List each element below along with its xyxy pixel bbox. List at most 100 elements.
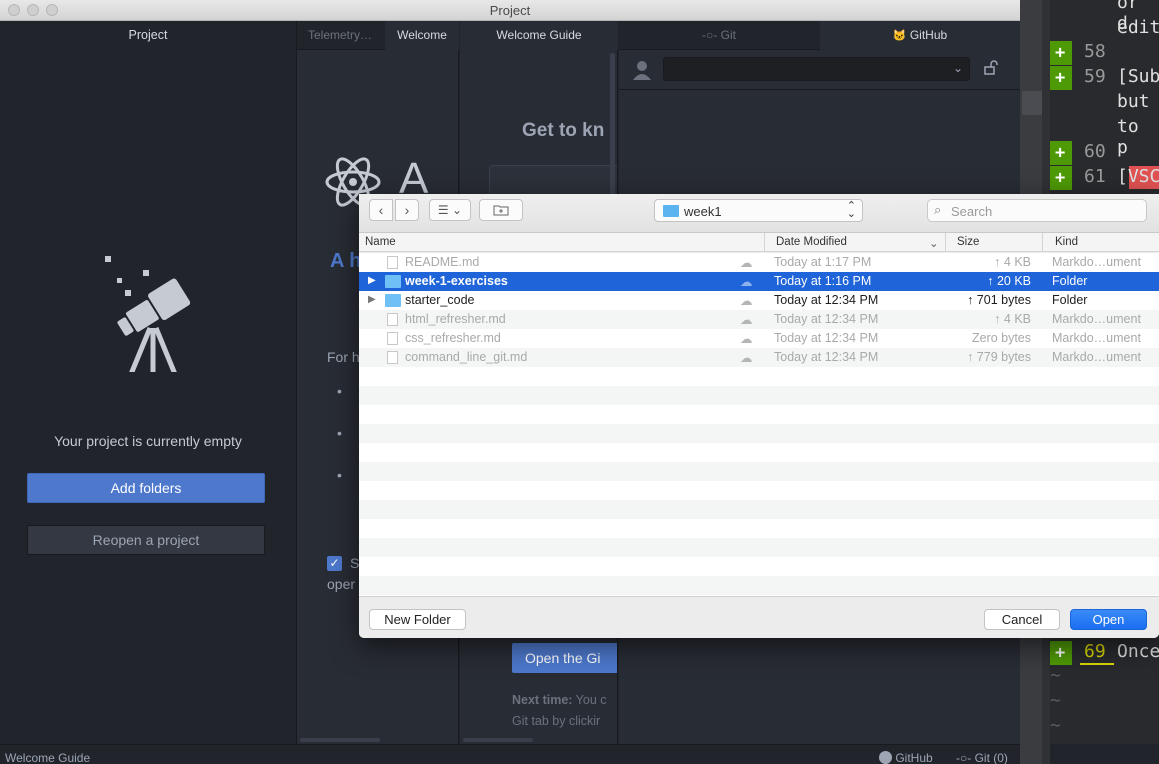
status-github[interactable]: GitHub <box>879 751 933 764</box>
search-placeholder: Search <box>951 204 993 219</box>
back-button[interactable]: ‹ <box>369 199 393 221</box>
dialog-toolbar: ‹ › ☰ ⌄ week1 ⌃ ⌄ ⌕ Search <box>359 194 1159 233</box>
cloud-icon: ☁ <box>740 256 753 270</box>
sort-chevron-icon: ⌄ <box>929 238 939 250</box>
tab-github[interactable]: 🐱 GitHub <box>820 21 1020 50</box>
editor-line-number: 60 <box>1084 141 1106 162</box>
disclosure-triangle-icon[interactable]: ▶ <box>368 294 376 305</box>
editor-line-number: 61 <box>1084 166 1106 187</box>
guide-horizontal-scrollbar[interactable] <box>463 738 533 742</box>
new-folder-button[interactable]: New Folder <box>369 609 466 630</box>
welcome-horizontal-scrollbar[interactable] <box>300 738 380 742</box>
file-date: Today at 12:34 PM <box>774 350 879 364</box>
repository-select[interactable]: ⌄ <box>663 57 970 81</box>
disclosure-triangle-icon[interactable]: ▶ <box>368 275 376 286</box>
empty-line-tilde: ~ <box>1050 715 1061 736</box>
chevron-left-icon: ‹ <box>378 202 384 218</box>
tab-telemetry[interactable]: Telemetry… <box>297 21 383 50</box>
file-size: Zero bytes <box>971 331 1031 345</box>
editor-line-text: to p <box>1117 116 1139 158</box>
file-kind: Markdo…ument <box>1052 312 1141 326</box>
folder-icon <box>663 205 679 217</box>
file-row[interactable]: ▶ week-1-exercises ☁ Today at 1:16 PM ↑ … <box>359 272 1159 291</box>
git-tab-hint-text: Git tab by clickir <box>512 714 601 728</box>
tab-git[interactable]: -○- Git <box>619 21 819 50</box>
window-title: Project <box>489 3 531 18</box>
tab-welcome[interactable]: Welcome <box>385 21 459 50</box>
file-list: README.md ☁ Today at 1:17 PM ↑ 4 KB Mark… <box>359 253 1159 596</box>
editor-scroll-thumb[interactable] <box>1022 91 1042 115</box>
document-icon <box>387 256 398 269</box>
file-size: ↑ 4 KB <box>994 255 1031 269</box>
editor-line-text: but <box>1117 91 1150 112</box>
cloud-icon: ☁ <box>740 313 753 327</box>
git-commit-icon: -○- <box>956 751 972 764</box>
editor-line-number: 58 <box>1084 41 1106 62</box>
file-row[interactable]: command_line_git.md ☁ Today at 12:34 PM … <box>359 348 1159 367</box>
forward-button[interactable]: › <box>395 199 419 221</box>
next-time-text: Next time: You c <box>512 693 607 707</box>
document-icon <box>387 313 398 326</box>
status-github-label: GitHub <box>895 751 933 764</box>
git-pane-tabbar: -○- Git 🐱 GitHub <box>619 21 1020 50</box>
unlock-icon[interactable] <box>983 60 999 76</box>
file-date: Today at 12:34 PM <box>774 293 879 307</box>
column-name[interactable]: Name <box>365 236 396 248</box>
tab-welcome-guide[interactable]: Welcome Guide <box>460 21 618 50</box>
file-date: Today at 12:34 PM <box>774 312 879 326</box>
new-folder-toolbar-button[interactable] <box>479 199 523 221</box>
document-icon <box>387 351 398 364</box>
guide-section-card[interactable] <box>489 165 617 195</box>
location-popup[interactable]: week1 ⌃ ⌄ <box>654 199 863 222</box>
file-date: Today at 12:34 PM <box>774 331 879 345</box>
welcome-pane-tabbar: Telemetry… Welcome <box>297 21 459 50</box>
file-name: starter_code <box>405 293 475 307</box>
file-kind: Folder <box>1052 293 1088 307</box>
up-down-chevron-icon: ⌃ ⌄ <box>846 200 856 220</box>
open-file-dialog: ‹ › ☰ ⌄ week1 ⌃ ⌄ ⌕ Search Name Date Modi… <box>359 194 1159 638</box>
column-divider[interactable] <box>945 233 946 252</box>
editor-line-text: Once <box>1117 641 1159 662</box>
show-on-startup-checkbox[interactable]: ✓ <box>327 556 342 571</box>
search-input[interactable]: ⌕ Search <box>927 199 1147 222</box>
file-kind: Markdo…ument <box>1052 255 1141 269</box>
file-size: ↑ 20 KB <box>987 274 1031 288</box>
chevron-down-icon: ⌄ <box>952 61 963 75</box>
file-kind: Markdo…ument <box>1052 331 1141 345</box>
file-row[interactable]: html_refresher.md ☁ Today at 12:34 PM ↑ … <box>359 310 1159 329</box>
column-header: Name Date Modified ⌄ Size Kind <box>359 233 1159 252</box>
diff-plus-icon: + <box>1055 168 1066 188</box>
project-panel: Project Your project is currently empty … <box>0 21 297 744</box>
column-divider[interactable] <box>1042 233 1043 252</box>
diff-plus-icon: + <box>1055 68 1066 88</box>
next-time-label: Next time: <box>512 693 573 707</box>
cancel-button[interactable]: Cancel <box>984 609 1060 630</box>
status-active-item[interactable]: Welcome Guide <box>5 751 90 764</box>
file-size: ↑ 4 KB <box>994 312 1031 326</box>
guide-pane-tabbar: Welcome Guide <box>460 21 618 50</box>
file-row[interactable]: css_refresher.md ☁ Today at 12:34 PM Zer… <box>359 329 1159 348</box>
open-button[interactable]: Open <box>1070 609 1147 630</box>
file-size: ↑ 779 bytes <box>967 350 1031 364</box>
current-line-underline <box>1080 663 1114 665</box>
next-time-body: You c <box>572 693 607 707</box>
status-git[interactable]: -○- Git (0) <box>956 751 1008 764</box>
file-date: Today at 1:16 PM <box>774 274 872 288</box>
view-options-button[interactable]: ☰ ⌄ <box>429 199 471 221</box>
column-size[interactable]: Size <box>957 236 979 248</box>
file-kind: Folder <box>1052 274 1088 288</box>
file-row[interactable]: README.md ☁ Today at 1:17 PM ↑ 4 KB Mark… <box>359 253 1159 272</box>
add-folders-button[interactable]: Add folders <box>27 473 265 503</box>
list-view-icon: ☰ ⌄ <box>437 203 463 217</box>
column-date-modified[interactable]: Date Modified <box>776 236 847 248</box>
open-label-partial: oper <box>327 576 356 592</box>
open-git-panel-button[interactable]: Open the Gi <box>512 643 617 673</box>
file-date: Today at 1:17 PM <box>774 255 872 269</box>
document-icon <box>387 332 398 345</box>
reopen-project-button[interactable]: Reopen a project <box>27 525 265 555</box>
file-row[interactable]: ▶ starter_code ☁ Today at 12:34 PM ↑ 701… <box>359 291 1159 310</box>
git-commit-icon: -○- <box>702 28 718 42</box>
column-kind[interactable]: Kind <box>1055 236 1078 248</box>
bullet-2: • <box>337 425 342 441</box>
column-divider[interactable] <box>764 233 765 252</box>
